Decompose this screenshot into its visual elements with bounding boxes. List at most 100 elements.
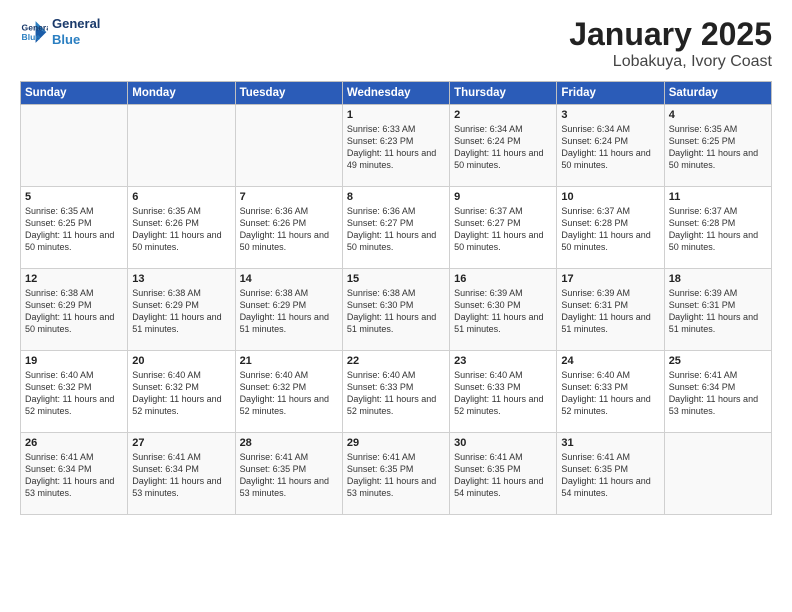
logo-icon: General Blue bbox=[20, 18, 48, 46]
day-info: Sunrise: 6:37 AM Sunset: 6:28 PM Dayligh… bbox=[669, 205, 767, 254]
day-number: 27 bbox=[132, 437, 230, 449]
day-number: 5 bbox=[25, 191, 123, 203]
day-number: 2 bbox=[454, 109, 552, 121]
day-number: 19 bbox=[25, 355, 123, 367]
day-info: Sunrise: 6:36 AM Sunset: 6:26 PM Dayligh… bbox=[240, 205, 338, 254]
calendar-table: SundayMondayTuesdayWednesdayThursdayFrid… bbox=[20, 81, 772, 515]
day-number: 31 bbox=[561, 437, 659, 449]
cell-1-2 bbox=[128, 105, 235, 187]
day-info: Sunrise: 6:40 AM Sunset: 6:32 PM Dayligh… bbox=[132, 369, 230, 418]
cell-3-7: 18 Sunrise: 6:39 AM Sunset: 6:31 PM Dayli… bbox=[664, 269, 771, 351]
col-header-friday: Friday bbox=[557, 82, 664, 105]
col-header-thursday: Thursday bbox=[450, 82, 557, 105]
day-info: Sunrise: 6:41 AM Sunset: 6:35 PM Dayligh… bbox=[561, 451, 659, 500]
logo-line2: Blue bbox=[52, 32, 100, 48]
cell-3-4: 15 Sunrise: 6:38 AM Sunset: 6:30 PM Dayli… bbox=[342, 269, 449, 351]
cell-4-7: 25 Sunrise: 6:41 AM Sunset: 6:34 PM Dayli… bbox=[664, 351, 771, 433]
day-number: 16 bbox=[454, 273, 552, 285]
day-info: Sunrise: 6:38 AM Sunset: 6:29 PM Dayligh… bbox=[25, 287, 123, 336]
day-number: 7 bbox=[240, 191, 338, 203]
cell-3-5: 16 Sunrise: 6:39 AM Sunset: 6:30 PM Dayli… bbox=[450, 269, 557, 351]
cell-2-6: 10Sunrise: 6:37 AM Sunset: 6:28 PM Dayli… bbox=[557, 187, 664, 269]
cell-5-7 bbox=[664, 433, 771, 515]
cell-2-3: 7 Sunrise: 6:36 AM Sunset: 6:26 PM Daylig… bbox=[235, 187, 342, 269]
cell-4-2: 20Sunrise: 6:40 AM Sunset: 6:32 PM Dayli… bbox=[128, 351, 235, 433]
cell-4-6: 24 Sunrise: 6:40 AM Sunset: 6:33 PM Dayli… bbox=[557, 351, 664, 433]
day-info: Sunrise: 6:38 AM Sunset: 6:29 PM Dayligh… bbox=[132, 287, 230, 336]
day-info: Sunrise: 6:35 AM Sunset: 6:25 PM Dayligh… bbox=[25, 205, 123, 254]
cell-1-3 bbox=[235, 105, 342, 187]
day-info: Sunrise: 6:37 AM Sunset: 6:28 PM Dayligh… bbox=[561, 205, 659, 254]
day-number: 28 bbox=[240, 437, 338, 449]
day-number: 12 bbox=[25, 273, 123, 285]
day-info: Sunrise: 6:35 AM Sunset: 6:25 PM Dayligh… bbox=[669, 123, 767, 172]
cell-2-2: 6 Sunrise: 6:35 AM Sunset: 6:26 PM Daylig… bbox=[128, 187, 235, 269]
day-number: 25 bbox=[669, 355, 767, 367]
cell-2-7: 11Sunrise: 6:37 AM Sunset: 6:28 PM Dayli… bbox=[664, 187, 771, 269]
cell-4-1: 19 Sunrise: 6:40 AM Sunset: 6:32 PM Dayli… bbox=[21, 351, 128, 433]
cell-5-2: 27Sunrise: 6:41 AM Sunset: 6:34 PM Dayli… bbox=[128, 433, 235, 515]
col-header-wednesday: Wednesday bbox=[342, 82, 449, 105]
page-title: January 2025 bbox=[569, 16, 772, 53]
col-header-sunday: Sunday bbox=[21, 82, 128, 105]
week-row-1: 1 Sunrise: 6:33 AM Sunset: 6:23 PM Daylig… bbox=[21, 105, 772, 187]
cell-3-2: 13 Sunrise: 6:38 AM Sunset: 6:29 PM Dayli… bbox=[128, 269, 235, 351]
day-number: 13 bbox=[132, 273, 230, 285]
day-number: 4 bbox=[669, 109, 767, 121]
cell-3-3: 14 Sunrise: 6:38 AM Sunset: 6:29 PM Dayli… bbox=[235, 269, 342, 351]
day-info: Sunrise: 6:37 AM Sunset: 6:27 PM Dayligh… bbox=[454, 205, 552, 254]
week-row-4: 19 Sunrise: 6:40 AM Sunset: 6:32 PM Dayli… bbox=[21, 351, 772, 433]
cell-1-4: 1 Sunrise: 6:33 AM Sunset: 6:23 PM Daylig… bbox=[342, 105, 449, 187]
day-number: 29 bbox=[347, 437, 445, 449]
logo: General Blue General Blue bbox=[20, 16, 100, 47]
day-info: Sunrise: 6:41 AM Sunset: 6:35 PM Dayligh… bbox=[347, 451, 445, 500]
cell-2-5: 9 Sunrise: 6:37 AM Sunset: 6:27 PM Daylig… bbox=[450, 187, 557, 269]
cell-4-3: 21Sunrise: 6:40 AM Sunset: 6:32 PM Dayli… bbox=[235, 351, 342, 433]
day-info: Sunrise: 6:40 AM Sunset: 6:33 PM Dayligh… bbox=[454, 369, 552, 418]
day-info: Sunrise: 6:39 AM Sunset: 6:31 PM Dayligh… bbox=[669, 287, 767, 336]
day-info: Sunrise: 6:41 AM Sunset: 6:35 PM Dayligh… bbox=[454, 451, 552, 500]
day-info: Sunrise: 6:39 AM Sunset: 6:30 PM Dayligh… bbox=[454, 287, 552, 336]
cell-2-4: 8Sunrise: 6:36 AM Sunset: 6:27 PM Daylig… bbox=[342, 187, 449, 269]
cell-2-1: 5 Sunrise: 6:35 AM Sunset: 6:25 PM Daylig… bbox=[21, 187, 128, 269]
title-block: January 2025 Lobakuya, Ivory Coast bbox=[569, 16, 772, 71]
day-info: Sunrise: 6:38 AM Sunset: 6:30 PM Dayligh… bbox=[347, 287, 445, 336]
day-number: 9 bbox=[454, 191, 552, 203]
day-info: Sunrise: 6:35 AM Sunset: 6:26 PM Dayligh… bbox=[132, 205, 230, 254]
day-info: Sunrise: 6:38 AM Sunset: 6:29 PM Dayligh… bbox=[240, 287, 338, 336]
day-info: Sunrise: 6:40 AM Sunset: 6:33 PM Dayligh… bbox=[561, 369, 659, 418]
cell-5-3: 28 Sunrise: 6:41 AM Sunset: 6:35 PM Dayli… bbox=[235, 433, 342, 515]
day-info: Sunrise: 6:40 AM Sunset: 6:32 PM Dayligh… bbox=[25, 369, 123, 418]
day-info: Sunrise: 6:39 AM Sunset: 6:31 PM Dayligh… bbox=[561, 287, 659, 336]
day-number: 24 bbox=[561, 355, 659, 367]
day-number: 17 bbox=[561, 273, 659, 285]
cell-3-6: 17 Sunrise: 6:39 AM Sunset: 6:31 PM Dayli… bbox=[557, 269, 664, 351]
day-info: Sunrise: 6:41 AM Sunset: 6:35 PM Dayligh… bbox=[240, 451, 338, 500]
day-info: Sunrise: 6:40 AM Sunset: 6:32 PM Dayligh… bbox=[240, 369, 338, 418]
week-row-5: 26Sunrise: 6:41 AM Sunset: 6:34 PM Dayli… bbox=[21, 433, 772, 515]
day-number: 14 bbox=[240, 273, 338, 285]
day-info: Sunrise: 6:41 AM Sunset: 6:34 PM Dayligh… bbox=[669, 369, 767, 418]
cell-5-4: 29 Sunrise: 6:41 AM Sunset: 6:35 PM Dayli… bbox=[342, 433, 449, 515]
day-number: 8 bbox=[347, 191, 445, 203]
cell-4-4: 22Sunrise: 6:40 AM Sunset: 6:33 PM Dayli… bbox=[342, 351, 449, 433]
week-row-3: 12 Sunrise: 6:38 AM Sunset: 6:29 PM Dayli… bbox=[21, 269, 772, 351]
cell-5-1: 26Sunrise: 6:41 AM Sunset: 6:34 PM Dayli… bbox=[21, 433, 128, 515]
cell-4-5: 23 Sunrise: 6:40 AM Sunset: 6:33 PM Dayli… bbox=[450, 351, 557, 433]
day-number: 18 bbox=[669, 273, 767, 285]
cell-1-7: 4 Sunrise: 6:35 AM Sunset: 6:25 PM Daylig… bbox=[664, 105, 771, 187]
col-header-saturday: Saturday bbox=[664, 82, 771, 105]
page: General Blue General Blue January 2025 L… bbox=[0, 0, 792, 612]
cell-1-6: 3Sunrise: 6:34 AM Sunset: 6:24 PM Daylig… bbox=[557, 105, 664, 187]
day-number: 30 bbox=[454, 437, 552, 449]
day-number: 6 bbox=[132, 191, 230, 203]
cell-5-6: 31 Sunrise: 6:41 AM Sunset: 6:35 PM Dayli… bbox=[557, 433, 664, 515]
day-info: Sunrise: 6:33 AM Sunset: 6:23 PM Dayligh… bbox=[347, 123, 445, 172]
day-number: 15 bbox=[347, 273, 445, 285]
day-number: 1 bbox=[347, 109, 445, 121]
day-number: 23 bbox=[454, 355, 552, 367]
day-number: 3 bbox=[561, 109, 659, 121]
col-header-monday: Monday bbox=[128, 82, 235, 105]
header: General Blue General Blue January 2025 L… bbox=[20, 16, 772, 71]
logo-line1: General bbox=[52, 16, 100, 32]
